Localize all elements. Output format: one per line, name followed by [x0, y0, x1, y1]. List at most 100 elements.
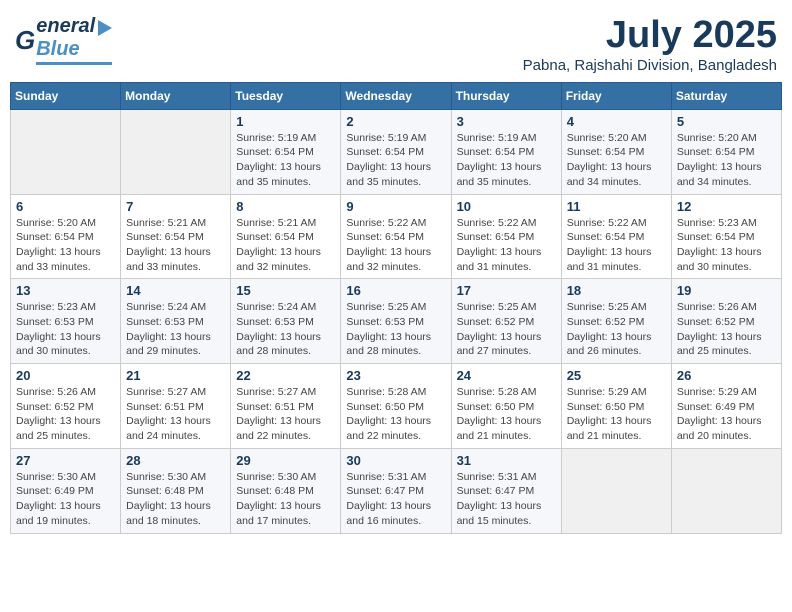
day-detail: Sunrise: 5:25 AM Sunset: 6:53 PM Dayligh… — [346, 300, 445, 359]
day-number: 17 — [457, 283, 556, 298]
day-number: 15 — [236, 283, 335, 298]
calendar-table: SundayMondayTuesdayWednesdayThursdayFrid… — [10, 82, 782, 534]
day-detail: Sunrise: 5:23 AM Sunset: 6:53 PM Dayligh… — [16, 300, 115, 359]
calendar-cell: 30Sunrise: 5:31 AM Sunset: 6:47 PM Dayli… — [341, 448, 451, 533]
day-detail: Sunrise: 5:24 AM Sunset: 6:53 PM Dayligh… — [126, 300, 225, 359]
logo-g: G — [15, 25, 35, 56]
logo-eneral: eneral — [36, 15, 95, 38]
day-number: 9 — [346, 199, 445, 214]
weekday-header: Friday — [561, 82, 671, 109]
day-detail: Sunrise: 5:28 AM Sunset: 6:50 PM Dayligh… — [346, 385, 445, 444]
calendar-cell: 25 Sunrise: 5:29 AM Sunset: 6:50 PM Dayli… — [561, 364, 671, 449]
calendar-cell: 14 Sunrise: 5:24 AM Sunset: 6:53 PM Dayli… — [121, 279, 231, 364]
calendar-cell: 15 Sunrise: 5:24 AM Sunset: 6:53 PM Dayli… — [231, 279, 341, 364]
calendar-cell: 10Sunrise: 5:22 AM Sunset: 6:54 PM Dayli… — [451, 194, 561, 279]
calendar-cell — [121, 109, 231, 194]
calendar-cell: 13Sunrise: 5:23 AM Sunset: 6:53 PM Dayli… — [11, 279, 121, 364]
calendar-cell: 7 Sunrise: 5:21 AM Sunset: 6:54 PM Daylig… — [121, 194, 231, 279]
day-detail: Sunrise: 5:24 AM Sunset: 6:53 PM Dayligh… — [236, 300, 335, 359]
calendar-cell: 12 Sunrise: 5:23 AM Sunset: 6:54 PM Dayli… — [671, 194, 781, 279]
day-number: 4 — [567, 114, 666, 129]
calendar-cell: 20 Sunrise: 5:26 AM Sunset: 6:52 PM Dayli… — [11, 364, 121, 449]
calendar-cell: 23 Sunrise: 5:28 AM Sunset: 6:50 PM Dayli… — [341, 364, 451, 449]
day-number: 23 — [346, 368, 445, 383]
day-detail: Sunrise: 5:23 AM Sunset: 6:54 PM Dayligh… — [677, 216, 776, 275]
weekday-header: Tuesday — [231, 82, 341, 109]
day-detail: Sunrise: 5:22 AM Sunset: 6:54 PM Dayligh… — [567, 216, 666, 275]
calendar-cell — [671, 448, 781, 533]
day-detail: Sunrise: 5:25 AM Sunset: 6:52 PM Dayligh… — [457, 300, 556, 359]
calendar-cell: 28 Sunrise: 5:30 AM Sunset: 6:48 PM Dayli… — [121, 448, 231, 533]
day-detail: Sunrise: 5:20 AM Sunset: 6:54 PM Dayligh… — [677, 131, 776, 190]
weekday-header: Thursday — [451, 82, 561, 109]
weekday-header: Saturday — [671, 82, 781, 109]
day-detail: Sunrise: 5:29 AM Sunset: 6:50 PM Dayligh… — [567, 385, 666, 444]
day-detail: Sunrise: 5:20 AM Sunset: 6:54 PM Dayligh… — [16, 216, 115, 275]
calendar-header: SundayMondayTuesdayWednesdayThursdayFrid… — [11, 82, 782, 109]
day-detail: Sunrise: 5:20 AM Sunset: 6:54 PM Dayligh… — [567, 131, 666, 190]
day-detail: Sunrise: 5:19 AM Sunset: 6:54 PM Dayligh… — [236, 131, 335, 190]
day-number: 26 — [677, 368, 776, 383]
calendar-week-row: 1Sunrise: 5:19 AM Sunset: 6:54 PM Daylig… — [11, 109, 782, 194]
calendar-cell: 2 Sunrise: 5:19 AM Sunset: 6:54 PM Daylig… — [341, 109, 451, 194]
day-detail: Sunrise: 5:19 AM Sunset: 6:54 PM Dayligh… — [346, 131, 445, 190]
calendar-cell: 3Sunrise: 5:19 AM Sunset: 6:54 PM Daylig… — [451, 109, 561, 194]
calendar-cell: 16Sunrise: 5:25 AM Sunset: 6:53 PM Dayli… — [341, 279, 451, 364]
day-number: 31 — [457, 453, 556, 468]
day-number: 12 — [677, 199, 776, 214]
weekday-header: Monday — [121, 82, 231, 109]
day-number: 8 — [236, 199, 335, 214]
calendar-cell: 31Sunrise: 5:31 AM Sunset: 6:47 PM Dayli… — [451, 448, 561, 533]
day-number: 6 — [16, 199, 115, 214]
page-header: G eneral Blue July 2025 Pabna, Rajshahi … — [10, 10, 782, 74]
day-number: 30 — [346, 453, 445, 468]
day-detail: Sunrise: 5:19 AM Sunset: 6:54 PM Dayligh… — [457, 131, 556, 190]
calendar-cell: 27Sunrise: 5:30 AM Sunset: 6:49 PM Dayli… — [11, 448, 121, 533]
calendar-cell: 22 Sunrise: 5:27 AM Sunset: 6:51 PM Dayli… — [231, 364, 341, 449]
title-block: July 2025 Pabna, Rajshahi Division, Bang… — [523, 15, 777, 74]
calendar-cell: 29Sunrise: 5:30 AM Sunset: 6:48 PM Dayli… — [231, 448, 341, 533]
day-number: 18 — [567, 283, 666, 298]
calendar-cell: 17 Sunrise: 5:25 AM Sunset: 6:52 PM Dayli… — [451, 279, 561, 364]
weekday-header: Wednesday — [341, 82, 451, 109]
calendar-cell: 1Sunrise: 5:19 AM Sunset: 6:54 PM Daylig… — [231, 109, 341, 194]
calendar-cell: 26 Sunrise: 5:29 AM Sunset: 6:49 PM Dayli… — [671, 364, 781, 449]
day-number: 2 — [346, 114, 445, 129]
day-number: 20 — [16, 368, 115, 383]
day-number: 19 — [677, 283, 776, 298]
calendar-body: 1Sunrise: 5:19 AM Sunset: 6:54 PM Daylig… — [11, 109, 782, 533]
calendar-cell — [561, 448, 671, 533]
day-detail: Sunrise: 5:25 AM Sunset: 6:52 PM Dayligh… — [567, 300, 666, 359]
calendar-cell: 6 Sunrise: 5:20 AM Sunset: 6:54 PM Daylig… — [11, 194, 121, 279]
calendar-cell: 5 Sunrise: 5:20 AM Sunset: 6:54 PM Daylig… — [671, 109, 781, 194]
day-detail: Sunrise: 5:22 AM Sunset: 6:54 PM Dayligh… — [346, 216, 445, 275]
day-number: 22 — [236, 368, 335, 383]
logo-underline — [36, 62, 112, 65]
day-detail: Sunrise: 5:27 AM Sunset: 6:51 PM Dayligh… — [236, 385, 335, 444]
calendar-cell: 9 Sunrise: 5:22 AM Sunset: 6:54 PM Daylig… — [341, 194, 451, 279]
day-number: 14 — [126, 283, 225, 298]
calendar-cell: 21 Sunrise: 5:27 AM Sunset: 6:51 PM Dayli… — [121, 364, 231, 449]
logo-blue: Blue — [36, 38, 79, 61]
calendar-cell: 19Sunrise: 5:26 AM Sunset: 6:52 PM Dayli… — [671, 279, 781, 364]
day-number: 7 — [126, 199, 225, 214]
day-number: 24 — [457, 368, 556, 383]
day-number: 11 — [567, 199, 666, 214]
calendar-cell: 8 Sunrise: 5:21 AM Sunset: 6:54 PM Daylig… — [231, 194, 341, 279]
day-detail: Sunrise: 5:29 AM Sunset: 6:49 PM Dayligh… — [677, 385, 776, 444]
calendar-week-row: 20 Sunrise: 5:26 AM Sunset: 6:52 PM Dayli… — [11, 364, 782, 449]
day-detail: Sunrise: 5:30 AM Sunset: 6:48 PM Dayligh… — [126, 470, 225, 529]
day-number: 5 — [677, 114, 776, 129]
day-number: 28 — [126, 453, 225, 468]
day-detail: Sunrise: 5:21 AM Sunset: 6:54 PM Dayligh… — [126, 216, 225, 275]
calendar-week-row: 27Sunrise: 5:30 AM Sunset: 6:49 PM Dayli… — [11, 448, 782, 533]
day-number: 21 — [126, 368, 225, 383]
day-number: 25 — [567, 368, 666, 383]
day-detail: Sunrise: 5:26 AM Sunset: 6:52 PM Dayligh… — [16, 385, 115, 444]
calendar-cell — [11, 109, 121, 194]
calendar-cell: 11 Sunrise: 5:22 AM Sunset: 6:54 PM Dayli… — [561, 194, 671, 279]
day-detail: Sunrise: 5:21 AM Sunset: 6:54 PM Dayligh… — [236, 216, 335, 275]
weekday-row: SundayMondayTuesdayWednesdayThursdayFrid… — [11, 82, 782, 109]
calendar-cell: 4 Sunrise: 5:20 AM Sunset: 6:54 PM Daylig… — [561, 109, 671, 194]
day-detail: Sunrise: 5:27 AM Sunset: 6:51 PM Dayligh… — [126, 385, 225, 444]
